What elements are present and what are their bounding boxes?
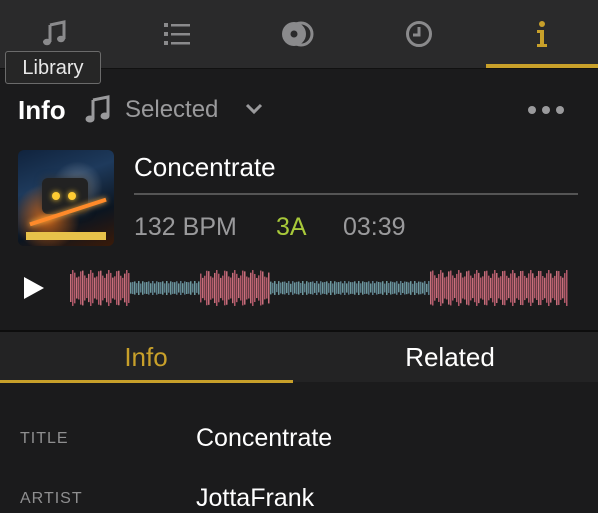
tooltip: Library [5, 51, 101, 84]
disc-icon [281, 21, 315, 47]
track-bpm: 132 BPM [134, 213, 237, 241]
field-value-title: Concentrate [196, 424, 333, 452]
track-key: 3A [276, 213, 307, 241]
active-tab-indicator [486, 64, 598, 68]
tab-related[interactable]: Related [304, 332, 596, 382]
tab-info[interactable]: Info [0, 332, 292, 382]
tab-playlist[interactable] [122, 0, 232, 68]
panel-title: Info [18, 95, 66, 125]
divider [134, 193, 578, 195]
music-note-icon [40, 19, 70, 49]
selection-dropdown[interactable]: Selected [125, 96, 218, 124]
track-duration: 03:39 [343, 213, 406, 241]
active-subtab-indicator [0, 380, 293, 383]
info-icon [535, 20, 549, 48]
track-title: Concentrate [134, 152, 276, 182]
play-icon [22, 277, 46, 305]
field-label-artist: ARTIST [20, 490, 83, 507]
album-art [18, 150, 114, 246]
more-options-icon[interactable] [526, 102, 566, 120]
play-button[interactable] [22, 275, 46, 306]
field-label-title: TITLE [20, 430, 69, 447]
waveform[interactable] [70, 268, 568, 308]
subtab-bar: Info Related [0, 332, 598, 382]
tab-history[interactable] [364, 0, 474, 68]
field-value-artist: JottaFrank [196, 484, 315, 512]
info-header: Info Selected [0, 86, 598, 136]
tab-decks[interactable] [243, 0, 353, 68]
music-note-icon [83, 94, 113, 131]
list-icon [163, 21, 191, 47]
clock-icon [405, 20, 433, 48]
tab-info[interactable] [486, 0, 598, 68]
chevron-down-icon[interactable] [245, 102, 263, 120]
